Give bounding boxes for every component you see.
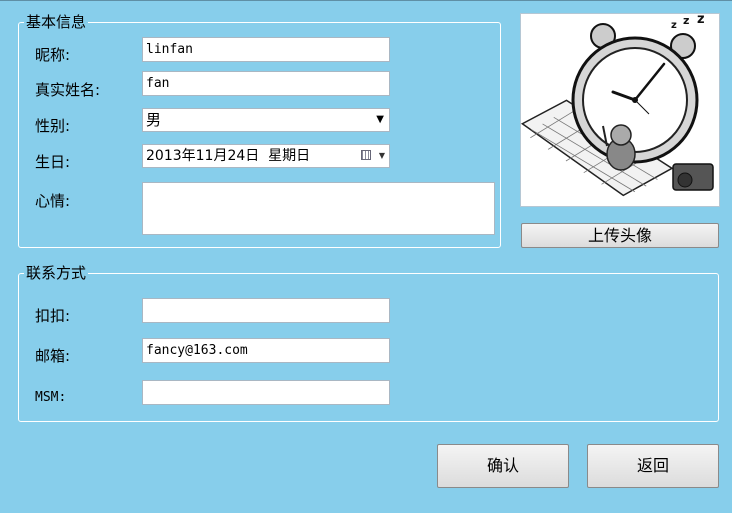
nickname-label: 昵称: xyxy=(35,46,71,64)
chevron-down-icon: ▼ xyxy=(378,151,385,160)
msm-input[interactable] xyxy=(142,380,390,405)
birthday-label: 生日: xyxy=(35,153,71,171)
gender-select[interactable]: 男 ▼ xyxy=(142,108,390,132)
email-label: 邮箱: xyxy=(35,347,71,365)
qq-input[interactable] xyxy=(142,298,390,323)
upload-avatar-button[interactable]: 上传头像 xyxy=(521,223,719,248)
alarm-clock-cartoon-icon: z z z xyxy=(521,14,719,206)
birthday-value: 2013年11月24日 星期日 xyxy=(146,148,311,164)
realname-input[interactable]: fan xyxy=(142,71,390,96)
qq-label: 扣扣: xyxy=(35,307,71,325)
back-button[interactable]: 返回 xyxy=(587,444,719,488)
nickname-input[interactable]: linfan xyxy=(142,37,390,62)
mood-label: 心情: xyxy=(35,192,71,210)
mood-textarea[interactable] xyxy=(142,182,495,235)
chevron-down-icon: ▼ xyxy=(376,114,384,125)
contact-legend: 联系方式 xyxy=(26,264,87,282)
birthday-datepicker[interactable]: 2013年11月24日 星期日 ▼ xyxy=(142,144,390,168)
svg-text:z: z xyxy=(671,20,677,31)
email-input[interactable]: fancy@163.com xyxy=(142,338,390,363)
svg-text:z: z xyxy=(697,14,705,27)
top-border xyxy=(0,0,732,1)
gender-label: 性别: xyxy=(35,117,71,135)
basic-info-legend: 基本信息 xyxy=(26,13,87,31)
svg-text:z: z xyxy=(683,14,689,27)
confirm-button[interactable]: 确认 xyxy=(437,444,569,488)
calendar-icon xyxy=(361,150,371,160)
msm-label: MSM: xyxy=(35,390,67,405)
realname-label: 真实姓名: xyxy=(35,81,101,99)
gender-value: 男 xyxy=(146,111,162,129)
avatar-image: z z z xyxy=(520,13,720,207)
